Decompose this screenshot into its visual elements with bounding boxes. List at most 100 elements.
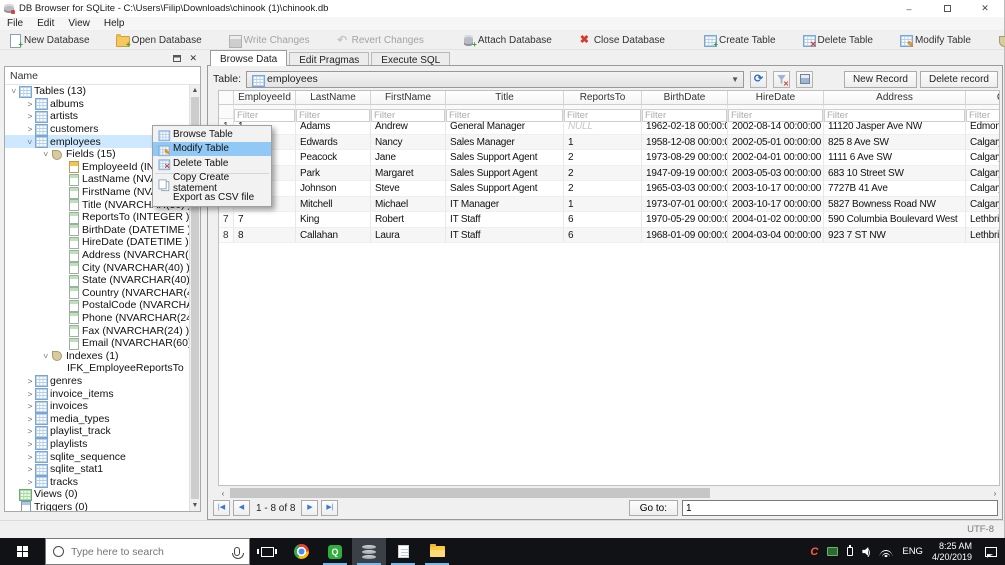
- expander-icon[interactable]: >: [25, 439, 35, 449]
- grid-cell[interactable]: Sales Support Agent: [446, 181, 564, 197]
- context-menu-item-copy-create-statement[interactable]: Copy Create statement: [153, 172, 271, 194]
- grid-cell[interactable]: 1: [564, 134, 642, 150]
- usb-icon[interactable]: [847, 545, 854, 556]
- tree-item-playlist-track[interactable]: > playlist_track: [5, 425, 189, 438]
- goto-input[interactable]: [682, 500, 998, 516]
- tree-item-indexes-1[interactable]: > Indexes (1): [5, 349, 189, 362]
- menu-view[interactable]: View: [61, 18, 97, 29]
- scrollbar-thumb[interactable]: [230, 488, 710, 498]
- grid-cell[interactable]: Park: [296, 165, 371, 181]
- grid-cell[interactable]: Michael: [371, 196, 446, 212]
- grid-cell[interactable]: 1973-08-29 00:00:00: [642, 150, 728, 166]
- grid-cell[interactable]: 1111 6 Ave SW: [824, 150, 966, 166]
- scroll-up-icon[interactable]: ▲: [190, 85, 200, 96]
- grid-cell[interactable]: 2004-01-02 00:00:00: [728, 212, 824, 228]
- grid-cell[interactable]: 2003-10-17 00:00:00: [728, 196, 824, 212]
- grid-cell[interactable]: General Manager: [446, 119, 564, 135]
- grid-cell[interactable]: 2: [564, 181, 642, 197]
- clear-filters-button[interactable]: [773, 70, 791, 88]
- grid-cell[interactable]: 590 Columbia Boulevard West: [824, 212, 966, 228]
- start-button[interactable]: [0, 538, 45, 565]
- column-header-reportsto[interactable]: ReportsTo: [564, 91, 642, 105]
- tree-item-phone-nvarchar-24[interactable]: Phone (NVARCHAR(24) ): [5, 312, 189, 325]
- refresh-button[interactable]: ⟳: [750, 70, 768, 88]
- tree-item-playlists[interactable]: > playlists: [5, 438, 189, 451]
- tree-item-views-0[interactable]: Views (0): [5, 488, 189, 501]
- grid-cell[interactable]: NULL: [564, 119, 642, 135]
- grid-cell[interactable]: Callahan: [296, 227, 371, 243]
- close-database-button[interactable]: ✖ Close Database: [574, 32, 671, 49]
- save-view-button[interactable]: [796, 70, 814, 88]
- grid-cell[interactable]: 2002-08-14 00:00:00: [728, 119, 824, 135]
- grid-cell[interactable]: 1970-05-29 00:00:00: [642, 212, 728, 228]
- grid-cell[interactable]: 1958-12-08 00:00:00: [642, 134, 728, 150]
- grid-cell[interactable]: 683 10 Street SW: [824, 165, 966, 181]
- grid-cell[interactable]: 1965-03-03 00:00:00: [642, 181, 728, 197]
- tree-item-artists[interactable]: > artists: [5, 110, 189, 123]
- column-header-employeeid[interactable]: EmployeeId: [234, 91, 296, 105]
- tray-green-icon[interactable]: [827, 547, 839, 556]
- grid-cell[interactable]: 2003-10-17 00:00:00: [728, 181, 824, 197]
- grid-cell[interactable]: Steve: [371, 181, 446, 197]
- maximize-button[interactable]: [942, 4, 952, 14]
- grid-cell[interactable]: 8: [234, 227, 296, 243]
- table-row[interactable]: 7 7 King Robert IT Staff 6 1970-05-29 00:00:00…: [219, 212, 999, 228]
- delete-table-button[interactable]: ✕ Delete Table: [798, 32, 879, 49]
- expander-icon[interactable]: >: [25, 137, 35, 147]
- grid-cell[interactable]: Calgary: [966, 135, 999, 150]
- grid-cell[interactable]: IT Staff: [446, 227, 564, 243]
- open-database-button[interactable]: + Open Database: [112, 32, 208, 49]
- table-row[interactable]: 55JohnsonSteveSales Support Agent21965-0…: [219, 181, 999, 197]
- column-header-birthdate[interactable]: BirthDate: [642, 91, 728, 105]
- action-center-icon[interactable]: [985, 546, 997, 557]
- grid-cell[interactable]: Calgary: [966, 197, 999, 212]
- grid-cell[interactable]: Lethbridge: [966, 212, 999, 228]
- speaker-icon[interactable]: ): [862, 547, 870, 557]
- expander-icon[interactable]: >: [25, 99, 35, 109]
- grid-cell[interactable]: Jane: [371, 150, 446, 166]
- minimize-button[interactable]: –: [904, 4, 914, 14]
- column-header-firstname[interactable]: FirstName: [371, 91, 446, 105]
- grid-cell[interactable]: Robert: [371, 212, 446, 228]
- tree-item-invoice-items[interactable]: > invoice_items: [5, 387, 189, 401]
- grid-cell[interactable]: King: [296, 212, 371, 228]
- tree-item-invoices[interactable]: > invoices: [5, 400, 189, 413]
- expander-icon[interactable]: >: [25, 426, 35, 436]
- task-view-button[interactable]: [250, 538, 284, 565]
- table-row[interactable]: 66MitchellMichaelIT Manager11973-07-01 0…: [219, 196, 999, 212]
- expander-icon[interactable]: >: [25, 124, 35, 134]
- tree-item-sqlite-stat1[interactable]: > sqlite_stat1: [5, 463, 189, 476]
- horizontal-scrollbar[interactable]: ‹ ›: [218, 487, 1000, 499]
- grid-cell[interactable]: 2003-05-03 00:00:00: [728, 165, 824, 181]
- column-header-hiredate[interactable]: HireDate: [728, 91, 824, 105]
- language-indicator[interactable]: ENG: [902, 546, 923, 557]
- goto-button[interactable]: Go to:: [628, 500, 678, 516]
- column-header-city[interactable]: City: [966, 91, 999, 105]
- context-menu-item-browse-table[interactable]: Browse Table: [153, 127, 271, 142]
- menu-edit[interactable]: Edit: [30, 18, 61, 29]
- grid-cell[interactable]: 6: [564, 227, 642, 243]
- tree-item-ifk-employeereportsto[interactable]: IFK_EmployeeReportsTo: [5, 362, 189, 375]
- tree-item-postalcode-nvarchar-10[interactable]: PostalCode (NVARCHAR(10) ): [5, 299, 189, 312]
- grid-cell[interactable]: 2002-05-01 00:00:00: [728, 134, 824, 150]
- grid-cell[interactable]: Sales Support Agent: [446, 150, 564, 166]
- close-panel-icon[interactable]: ✕: [189, 53, 197, 63]
- taskbar-green-app[interactable]: Q: [318, 538, 352, 565]
- tree-item-birthdate-datetime[interactable]: BirthDate (DATETIME ): [5, 224, 189, 237]
- scroll-left-icon[interactable]: ‹: [218, 489, 228, 498]
- expander-icon[interactable]: >: [9, 86, 19, 96]
- new-database-button[interactable]: + New Database: [4, 32, 96, 49]
- grid-cell[interactable]: Adams: [296, 119, 371, 135]
- expander-icon[interactable]: >: [41, 149, 51, 159]
- grid-cell[interactable]: Edmonton: [966, 119, 999, 135]
- grid-cell[interactable]: Peacock: [296, 150, 371, 166]
- taskbar-search[interactable]: [45, 538, 250, 565]
- grid-cell[interactable]: Calgary: [966, 181, 999, 197]
- expander-icon[interactable]: >: [25, 414, 35, 424]
- grid-cell[interactable]: Lethbridge: [966, 228, 999, 243]
- menu-file[interactable]: File: [0, 18, 30, 29]
- grid-cell[interactable]: Calgary: [966, 150, 999, 166]
- grid-cell[interactable]: IT Staff: [446, 212, 564, 228]
- tree-item-email-nvarchar-60[interactable]: Email (NVARCHAR(60) ): [5, 337, 189, 350]
- grid-cell[interactable]: 923 7 ST NW: [824, 227, 966, 243]
